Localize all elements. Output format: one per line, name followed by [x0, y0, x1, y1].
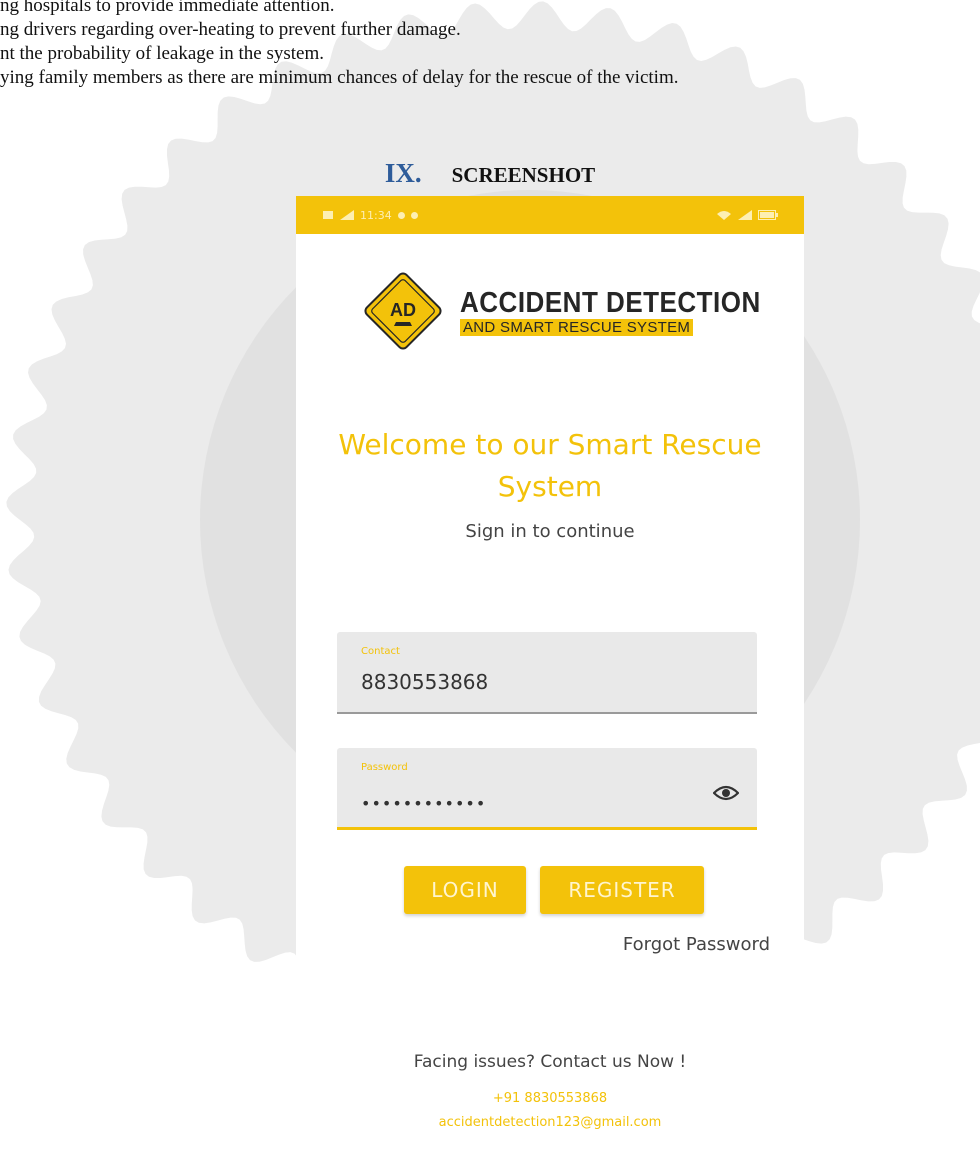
contact-input[interactable]: 8830553868 [361, 670, 488, 694]
signal-icon [340, 210, 354, 220]
status-right [716, 210, 778, 220]
status-time: 11:34 [360, 208, 392, 222]
notification-icon [397, 211, 405, 219]
contact-prompt: Facing issues? Contact us Now ! [413, 1052, 687, 1072]
document-line: ying family members as there are minimum… [0, 67, 679, 88]
document-text: ng hospitals to provide immediate attent… [0, 0, 678, 90]
welcome-line: System [497, 470, 603, 503]
section-heading: IX. SCREENSHOT [0, 158, 980, 189]
logo-title: ACCIDENT DETECTION [460, 284, 761, 319]
section-title: SCREENSHOT [451, 163, 596, 187]
document-line: ng hospitals to provide immediate attent… [0, 0, 335, 16]
contact-email-link[interactable]: accidentdetection123@gmail.com [296, 1115, 804, 1130]
contact-phone-link[interactable]: +91 8830553868 [296, 1091, 804, 1106]
sim-icon [323, 211, 333, 219]
phone-screenshot: 11:34 AD ACCIDENT DETECTION AND SMART RE… [296, 196, 804, 1146]
password-field[interactable]: Password •••••••••••• [337, 748, 757, 830]
logo-subtitle: AND SMART RESCUE SYSTEM [460, 318, 694, 336]
welcome-heading: Welcome to our Smart Rescue System [296, 424, 804, 508]
battery-icon [758, 210, 778, 220]
signin-subtitle: Sign in to continue [465, 521, 635, 542]
forgot-password-link[interactable]: Forgot Password [623, 934, 770, 955]
notification-icon [410, 211, 418, 219]
contact-field[interactable]: Contact 8830553868 [337, 632, 757, 714]
section-number: IX. [384, 158, 422, 188]
app-logo: AD ACCIDENT DETECTION AND SMART RESCUE S… [360, 268, 761, 354]
password-field-label: Password [361, 762, 408, 773]
contact-field-label: Contact [361, 646, 400, 657]
document-line: ng drivers regarding over-heating to pre… [0, 19, 461, 40]
document-line: nt the probability of leakage in the sys… [0, 43, 324, 64]
logo-sign-letters: AD [390, 300, 416, 320]
login-button[interactable]: LOGIN [404, 866, 526, 914]
status-bar: 11:34 [296, 196, 804, 234]
signal-strength-icon [738, 210, 752, 220]
warning-sign-icon: AD [364, 272, 442, 350]
eye-icon[interactable] [713, 784, 739, 802]
password-input[interactable]: •••••••••••• [361, 794, 486, 813]
status-left: 11:34 [322, 209, 418, 222]
logo-text: ACCIDENT DETECTION AND SMART RESCUE SYST… [460, 285, 761, 336]
wifi-icon [717, 211, 731, 220]
welcome-line: Welcome to our Smart Rescue [338, 428, 762, 461]
register-button[interactable]: REGISTER [540, 866, 704, 914]
